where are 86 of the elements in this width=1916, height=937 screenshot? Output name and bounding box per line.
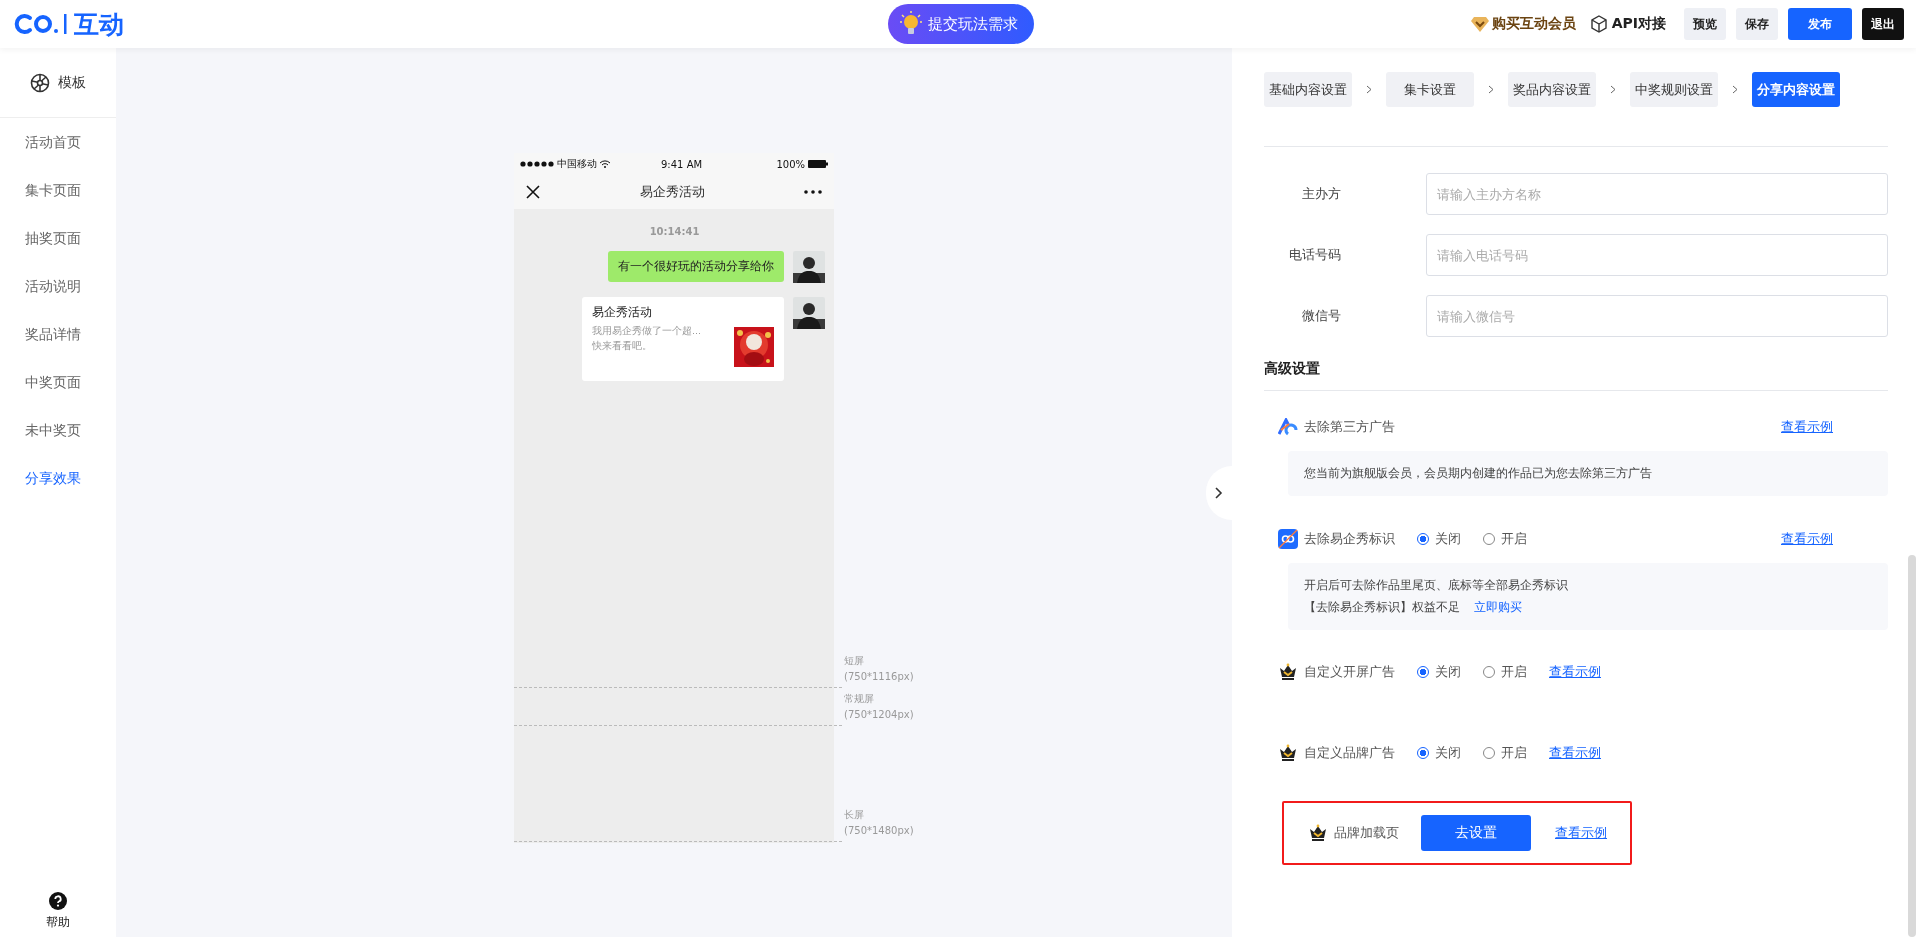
chat-bubble: 有一个很好玩的活动分享给你 [608,251,784,282]
step-tab[interactable]: 集卡设置 [1386,72,1474,107]
field-label: 电话号码 [1288,246,1341,264]
radio-option[interactable]: 开启 [1483,663,1527,681]
diamond-icon [1470,16,1489,32]
info-text: 【去除易企秀标识】权益不足 [1304,599,1460,616]
sidebar-item[interactable]: 活动首页 [25,118,81,166]
radio-option[interactable]: 关闭 [1417,744,1461,762]
chat-timestamp: 10:14:41 [648,226,701,237]
chevron-icon [1610,85,1616,94]
radio-option[interactable]: 开启 [1483,744,1527,762]
sidebar-item[interactable]: 奖品详情 [25,310,81,358]
view-example-link[interactable]: 查看示例 [1781,530,1833,548]
setting-label: 自定义开屏广告 [1304,663,1395,681]
setting-label: 自定义品牌广告 [1304,744,1395,762]
setting-label: 去除第三方广告 [1304,418,1395,436]
input-field[interactable]: 请输入微信号 [1426,295,1888,337]
close-icon[interactable] [526,185,540,199]
logo-icon [14,12,70,36]
go-setup-button[interactable]: 去设置 [1421,815,1531,851]
screen-size-label: 长屏 [844,808,865,822]
battery-icon [808,160,828,168]
cube-icon [1589,15,1608,33]
field-label: 微信号 [1301,307,1341,325]
signal-icon [520,161,554,167]
battery-text: 100% [776,158,805,170]
buy-membership-link[interactable]: 购买互动会员 [1470,15,1576,33]
crown-icon [1278,663,1298,681]
info-text: 开启后可去除作品里尾页、底标等全部易企秀标识 [1304,577,1568,594]
header-button[interactable]: 预览 [1684,8,1726,40]
view-example-link[interactable]: 查看示例 [1549,744,1601,762]
sidebar-item[interactable]: 分享效果 [25,454,81,502]
header-button[interactable]: 保存 [1736,8,1778,40]
screen-size-label: (750*1480px) [844,824,914,838]
view-example-link[interactable]: 查看示例 [1781,418,1833,436]
view-example-link[interactable]: 查看示例 [1555,824,1607,842]
input-field[interactable]: 请输入电话号码 [1426,234,1888,276]
carrier-text: 中国移动 [557,157,597,171]
screen-size-label: 短屏 [844,654,865,668]
radio-option[interactable]: 关闭 [1417,663,1461,681]
more-icon[interactable] [804,190,822,194]
clock-text: 9:41 AM [661,158,703,170]
radio-option[interactable]: 关闭 [1417,530,1461,548]
section-title: 高级设置 [1264,360,1321,378]
radio-option[interactable]: 开启 [1483,530,1527,548]
step-tab[interactable]: 分享内容设置 [1752,72,1840,107]
view-example-link[interactable]: 查看示例 [1549,663,1601,681]
header-button[interactable]: 退出 [1862,8,1904,40]
screen-size-label: 常规屏 [844,692,875,706]
scrollbar-thumb[interactable] [1908,555,1916,937]
help-icon [49,892,67,910]
chevron-icon [1366,85,1372,94]
setting-label: 品牌加载页 [1334,824,1399,842]
logo-badge-icon [1278,529,1298,549]
wifi-icon [600,160,610,168]
sidebar-item[interactable]: 未中奖页 [25,406,81,454]
step-tab[interactable]: 奖品内容设置 [1508,72,1596,107]
logo-text: 互动 [74,8,124,41]
step-tab[interactable]: 基础内容设置 [1264,72,1352,107]
field-label: 主办方 [1301,185,1341,203]
setting-label: 去除易企秀标识 [1304,530,1395,548]
sidebar-item[interactable]: 活动说明 [25,262,81,310]
crown-icon [1308,824,1328,842]
wheel-icon [30,72,50,93]
screen-size-label: (750*1116px) [844,670,914,684]
collapse-handle[interactable] [1206,466,1232,520]
sidebar-item[interactable]: 集卡页面 [25,166,81,214]
page-title: 易企秀活动 [639,183,705,201]
input-field[interactable]: 请输入主办方名称 [1426,173,1888,215]
sidebar-item[interactable]: 中奖页面 [25,358,81,406]
submit-request-button[interactable]: 提交玩法需求 [888,4,1034,44]
ad-block-icon [1278,418,1298,436]
screen-size-label: (750*1204px) [844,708,914,722]
card-description: 快来看看吧。 [592,339,653,353]
chevron-icon [1488,85,1494,94]
chevron-icon [1732,85,1738,94]
lightbulb-icon [900,11,922,37]
crown-icon [1278,744,1298,762]
buy-now-link[interactable]: 立即购买 [1474,599,1522,616]
sidebar-item[interactable]: 抽奖页面 [25,214,81,262]
api-link[interactable]: API对接 [1589,15,1666,33]
header-button[interactable]: 发布 [1788,8,1852,40]
step-tab[interactable]: 中奖规则设置 [1630,72,1718,107]
help-button[interactable]: 帮助 [46,892,70,931]
card-title: 易企秀活动 [592,304,653,321]
info-text: 您当前为旗舰版会员，会员期内创建的作品已为您去除第三方广告 [1304,465,1652,482]
